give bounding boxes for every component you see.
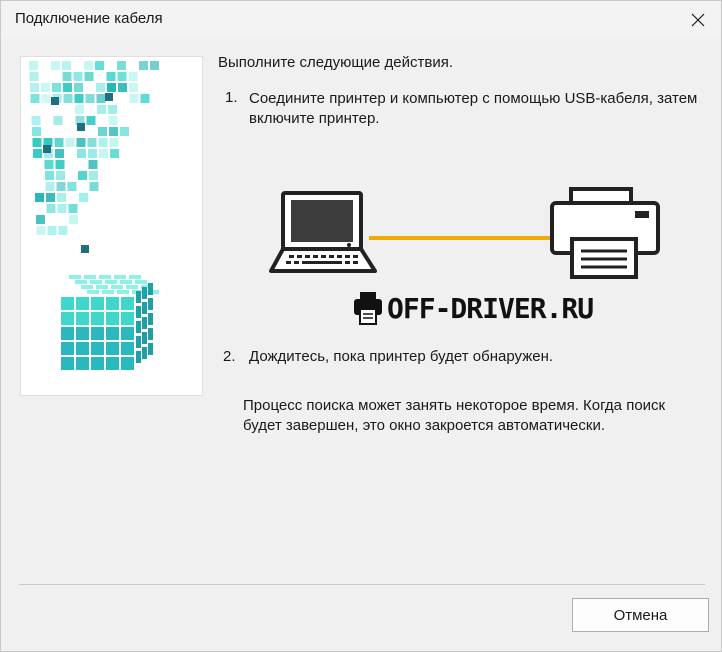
step-1-number: 1. bbox=[225, 89, 238, 106]
watermark-text: OFF-DRIVER.RU bbox=[387, 291, 594, 325]
watermark: OFF-DRIVER.RU bbox=[353, 289, 594, 327]
laptop-icon bbox=[269, 191, 377, 273]
decorative-cube-graphic bbox=[29, 61, 159, 370]
title-bar: Подключение кабеля bbox=[1, 1, 721, 39]
instructions-intro: Выполните следующие действия. bbox=[218, 54, 454, 71]
step-2-text: Дождитесь, пока принтер будет обнаружен. bbox=[249, 348, 554, 365]
step-1-text: Соедините принтер и компьютер с помощью … bbox=[249, 90, 698, 127]
dialog-window: Подключение кабеля Выполните следующие д… bbox=[0, 0, 722, 652]
footer-divider bbox=[19, 584, 705, 585]
printer-icon bbox=[550, 187, 660, 279]
step-2-number: 2. bbox=[223, 348, 236, 365]
window-title: Подключение кабеля bbox=[15, 10, 163, 27]
side-banner-image bbox=[20, 56, 203, 396]
connection-illustration bbox=[263, 183, 673, 283]
search-note: Процесс поиска может занять некоторое вр… bbox=[243, 397, 666, 434]
close-icon bbox=[691, 13, 705, 27]
cancel-button[interactable]: Отмена bbox=[572, 598, 709, 632]
printer-icon bbox=[354, 292, 382, 325]
close-button[interactable] bbox=[675, 1, 721, 39]
